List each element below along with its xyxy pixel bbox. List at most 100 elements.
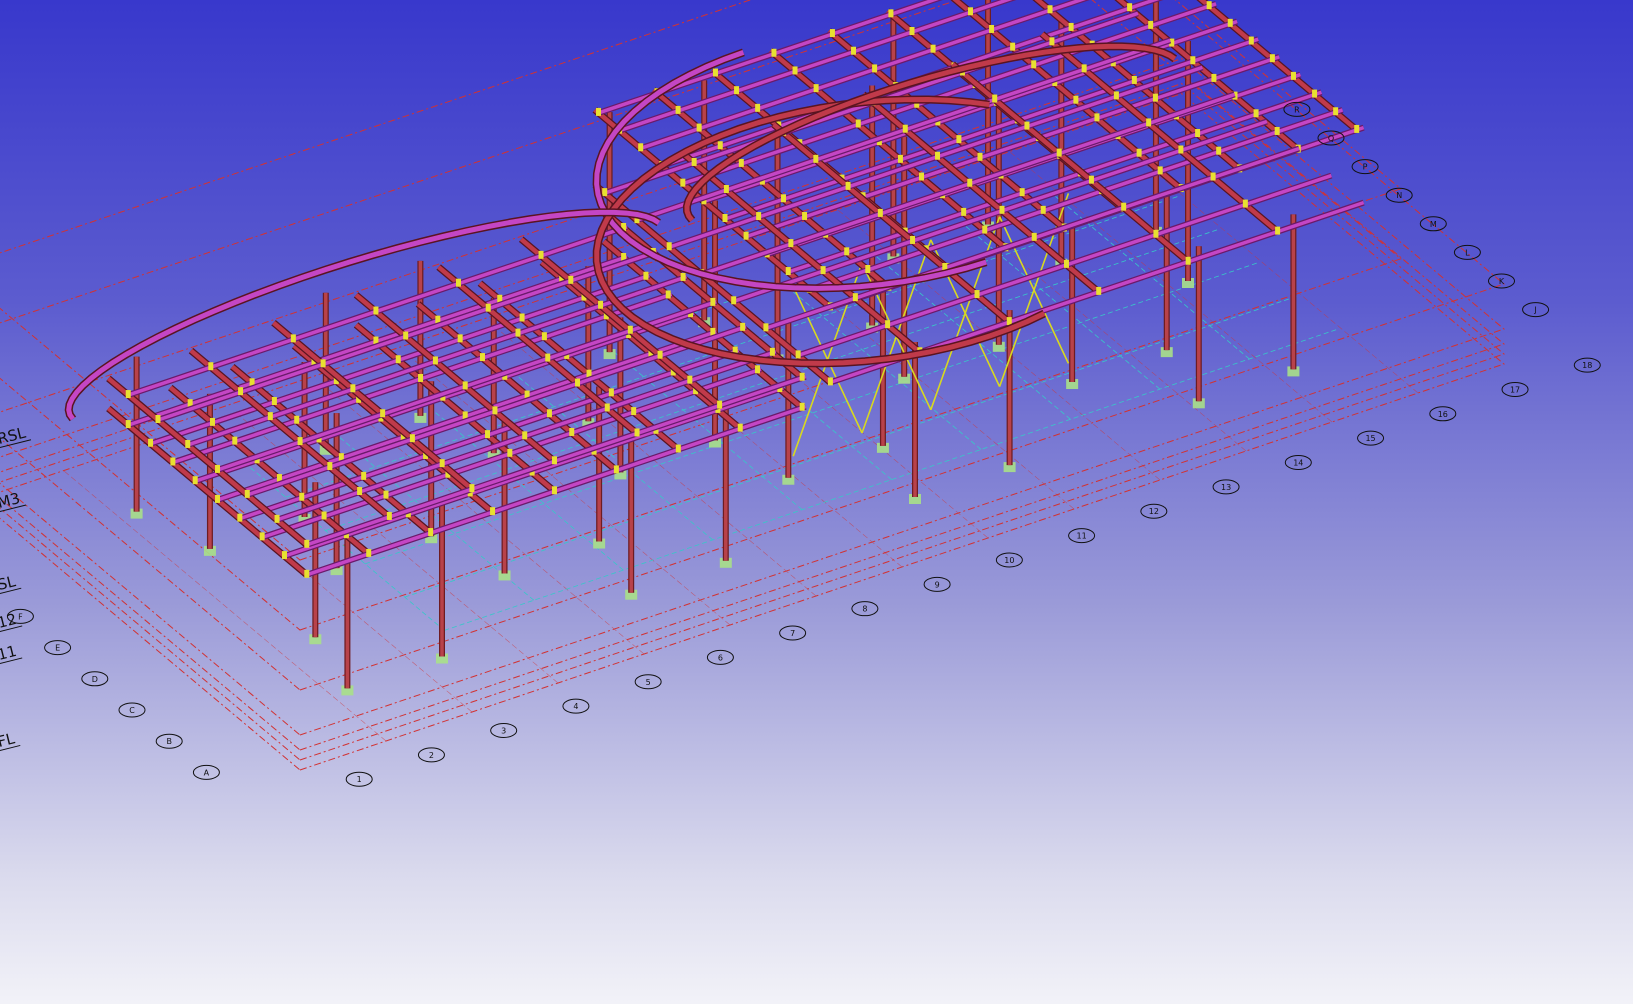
connection [1227, 18, 1233, 27]
connection [710, 297, 716, 306]
grid-marker-label: J [1533, 306, 1536, 315]
grid-marker-label: 11 [1077, 532, 1087, 541]
connection [935, 151, 941, 160]
grid-marker-label: P [1363, 163, 1368, 172]
connection [919, 172, 925, 181]
structural-model-canvas[interactable]: 123456789101112131415161718ABCDEFGHJKLMN… [0, 0, 1633, 1004]
connection [722, 214, 728, 222]
connection [1121, 202, 1127, 211]
connection [1010, 42, 1016, 51]
connection [829, 29, 835, 38]
connection [409, 434, 415, 443]
connection [1190, 56, 1196, 65]
connection [734, 86, 740, 95]
connection [1248, 36, 1254, 45]
connection [1127, 3, 1133, 12]
connection [1211, 73, 1217, 82]
connection [631, 407, 637, 416]
connection [613, 465, 619, 474]
connection [492, 406, 498, 415]
connection [148, 438, 154, 447]
connection [357, 487, 363, 495]
connection [1096, 286, 1102, 295]
grid-marker-label: 17 [1510, 385, 1520, 394]
connection [428, 528, 434, 537]
grid-marker-label: 15 [1365, 434, 1375, 443]
connection [1113, 91, 1119, 100]
connection [1354, 124, 1360, 133]
connection [259, 532, 265, 541]
connection [771, 48, 777, 57]
connection [457, 334, 463, 343]
connection [1269, 54, 1275, 63]
connection [1153, 229, 1159, 238]
connection [403, 331, 409, 340]
connection [827, 377, 833, 386]
grid-marker-label: 1 [357, 775, 362, 784]
grid-marker-label: M [1430, 220, 1437, 229]
connection [902, 124, 908, 133]
connection [1073, 95, 1079, 104]
connection [215, 494, 221, 503]
connection [361, 471, 367, 480]
grid-marker-label: C [129, 706, 135, 715]
grid-marker-label: 12 [1149, 507, 1159, 516]
connection [304, 539, 310, 548]
connection [885, 320, 891, 329]
connection [802, 211, 808, 220]
connection [1019, 188, 1025, 197]
connection [373, 306, 379, 315]
connection [1131, 75, 1137, 84]
connection [687, 375, 693, 384]
connection [930, 44, 936, 53]
grid-marker-label: 18 [1582, 361, 1592, 370]
connection [785, 267, 791, 276]
connection [788, 239, 794, 248]
connection [1081, 64, 1087, 73]
connection [294, 415, 300, 424]
grid-marker-label: 9 [935, 580, 940, 589]
connection [155, 415, 161, 423]
connection [1312, 89, 1318, 98]
connection [1206, 1, 1212, 10]
connection [665, 290, 671, 299]
connection [680, 272, 686, 281]
connection [569, 427, 575, 436]
connection [1333, 107, 1339, 116]
connection [125, 420, 131, 429]
connection [897, 154, 903, 163]
connection [627, 325, 633, 334]
grid-marker-label: D [92, 675, 98, 684]
connection [299, 492, 305, 501]
connection [271, 397, 277, 405]
grid-marker-label: K [1499, 277, 1505, 286]
connection [1047, 5, 1053, 14]
level-grid-layer [0, 0, 1506, 771]
connection [780, 194, 786, 203]
grid-marker-label: Q [1328, 134, 1334, 143]
connection [657, 350, 663, 359]
connection [1088, 175, 1094, 184]
connection [999, 205, 1005, 214]
connection [185, 439, 191, 448]
connection [522, 431, 528, 440]
connection [696, 123, 702, 132]
connection [386, 511, 392, 520]
connection [1049, 37, 1055, 46]
connection [350, 384, 356, 393]
connection [541, 332, 547, 341]
connection [479, 353, 485, 362]
connection [551, 456, 557, 465]
connection [992, 94, 998, 103]
connection [723, 185, 729, 193]
connection [1146, 118, 1152, 127]
grid-marker-label: N [1396, 191, 1402, 200]
connection [395, 355, 401, 364]
connection [209, 417, 215, 426]
grid-marker-label: 8 [862, 605, 867, 614]
connection [170, 457, 176, 466]
connection [1185, 256, 1191, 265]
connection [737, 423, 743, 432]
3d-model-viewport[interactable]: 123456789101112131415161718ABCDEFGHJKLMN… [0, 0, 1633, 1004]
connection [989, 24, 995, 33]
